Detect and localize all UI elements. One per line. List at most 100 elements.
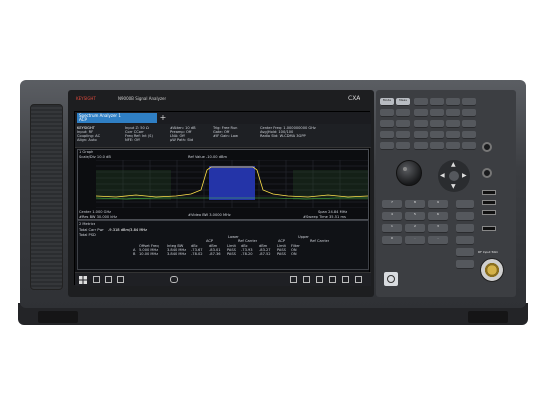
function-key[interactable] [414, 120, 428, 128]
brand-logo: KEYSIGHT [76, 96, 96, 101]
redo-icon[interactable] [342, 276, 349, 283]
key-label: 8 [414, 200, 416, 204]
table-cell: -78.02 [191, 252, 203, 256]
peak-key[interactable] [396, 109, 410, 117]
units-key[interactable] [456, 248, 474, 257]
function-key[interactable] [462, 109, 476, 117]
ref-level-label: Ref Value -10.00 dBm [188, 155, 227, 159]
meas-setup-key[interactable] [430, 98, 444, 106]
table-cell: -87.36 [209, 252, 221, 256]
model-badge: CXA [348, 95, 361, 102]
front-panel-keys: Mode Meas ▲ ▼ ◀ ▶ 7 8 9 4 5 6 1 2 3 0 . … [376, 90, 516, 297]
meas-key[interactable]: Meas [396, 98, 410, 106]
undo-icon[interactable] [329, 276, 336, 283]
function-key[interactable] [446, 120, 460, 128]
function-key[interactable] [380, 120, 394, 128]
function-key[interactable] [414, 142, 428, 150]
tab-spectrum-analyzer[interactable]: Spectrum Analyzer 1 ACP [77, 113, 157, 123]
function-key[interactable] [414, 131, 428, 139]
arrow-up-icon[interactable]: ▲ [451, 162, 456, 168]
table-cell: -87.52 [259, 252, 271, 256]
function-key[interactable] [430, 131, 444, 139]
table-cell: 10.00 MHz [139, 252, 159, 256]
mode-setup-key[interactable] [414, 98, 428, 106]
metrics-pane[interactable]: 2 Metrics Total Carr Pwr -9.318 dBm/3.84… [77, 220, 369, 270]
app-window-icon[interactable] [105, 276, 112, 283]
windows-start-icon[interactable] [79, 276, 87, 284]
numpad-key[interactable]: . [405, 236, 425, 245]
table-row: B 10.00 MHz 3.840 MHz -78.02 -87.36 PASS… [133, 252, 368, 256]
key-label: 5 [414, 212, 416, 216]
windows-taskbar [75, 272, 371, 286]
enter-key[interactable] [456, 260, 474, 269]
units-key[interactable] [456, 200, 474, 209]
numpad-key[interactable]: 3 [428, 224, 448, 233]
function-key[interactable] [396, 131, 410, 139]
spectrum-trace-plot[interactable] [96, 160, 368, 208]
function-key[interactable] [430, 120, 444, 128]
key-label: 0 [391, 236, 393, 240]
trace-key[interactable] [446, 98, 460, 106]
help-icon[interactable] [316, 276, 323, 283]
power-icon [387, 275, 395, 283]
numpad-key[interactable]: 5 [405, 212, 425, 221]
left-foot [38, 311, 78, 323]
units-key[interactable] [456, 224, 474, 233]
numpad-key[interactable]: 7 [382, 200, 402, 209]
spectrum-graph-pane[interactable]: 1 Graph Scale/Div 10.0 dB Ref Value -10.… [77, 149, 369, 220]
function-key[interactable] [380, 142, 394, 150]
numpad-key[interactable]: 1 [382, 224, 402, 233]
function-key[interactable] [380, 131, 394, 139]
arrow-right-icon[interactable]: ▶ [462, 173, 467, 179]
function-key[interactable] [462, 142, 476, 150]
function-key[interactable] [462, 131, 476, 139]
function-key[interactable] [396, 120, 410, 128]
numpad-key[interactable]: - [428, 236, 448, 245]
navigation-pad[interactable]: ▲ ▼ ◀ ▶ [438, 160, 470, 192]
screenshot-icon[interactable] [303, 276, 310, 283]
rf-input-connector[interactable] [480, 258, 504, 282]
key-label: 9 [437, 200, 439, 204]
add-tab-button[interactable]: + [159, 113, 167, 123]
recall-key[interactable] [430, 109, 444, 117]
settings-icon[interactable] [117, 276, 124, 283]
total-carrier-label: Total Carr Pwr [79, 228, 104, 232]
mode-key[interactable]: Mode [380, 98, 394, 106]
numpad-key[interactable]: 4 [382, 212, 402, 221]
function-key[interactable] [462, 120, 476, 128]
fullscreen-icon[interactable] [355, 276, 362, 283]
enter-button[interactable] [449, 171, 459, 181]
keyboard-icon[interactable] [290, 276, 297, 283]
function-key[interactable] [430, 142, 444, 150]
arrow-down-icon[interactable]: ▼ [451, 184, 456, 190]
status-field: #IF Gain: Low [213, 134, 238, 138]
carrier-channel-band [209, 166, 255, 200]
touch-screen[interactable]: Spectrum Analyzer 1 ACP + KEYSIGHT Input… [74, 111, 371, 286]
power-button[interactable] [384, 272, 398, 286]
units-key[interactable] [456, 236, 474, 245]
display-key[interactable] [462, 98, 476, 106]
screen-tab-bar: Spectrum Analyzer 1 ACP + [75, 112, 371, 124]
numpad-key[interactable]: 6 [428, 212, 448, 221]
usb-port [482, 210, 496, 215]
numpad-key[interactable]: 9 [428, 200, 448, 209]
video-bw-label: #Video BW 3.0000 MHz [188, 213, 231, 217]
function-key[interactable] [446, 131, 460, 139]
folder-icon[interactable] [93, 276, 100, 283]
units-key[interactable] [456, 212, 474, 221]
table-cell: -78.20 [241, 252, 253, 256]
tab-sublabel: ACP [79, 117, 87, 122]
numpad-key[interactable]: 0 [382, 236, 402, 245]
settings-status-bar[interactable]: KEYSIGHT Input: RF Coupling: AC Align: A… [75, 124, 371, 148]
chat-icon[interactable] [170, 276, 178, 283]
arrow-left-icon[interactable]: ◀ [440, 173, 445, 179]
function-key[interactable] [446, 109, 460, 117]
rf-input-label: RF Input 50Ω [478, 250, 498, 254]
numpad-key[interactable]: 8 [405, 200, 425, 209]
function-key[interactable] [446, 142, 460, 150]
marker-key[interactable] [380, 109, 394, 117]
function-key[interactable] [396, 142, 410, 150]
rotary-knob[interactable] [396, 160, 422, 186]
save-key[interactable] [414, 109, 428, 117]
numpad-key[interactable]: 2 [405, 224, 425, 233]
